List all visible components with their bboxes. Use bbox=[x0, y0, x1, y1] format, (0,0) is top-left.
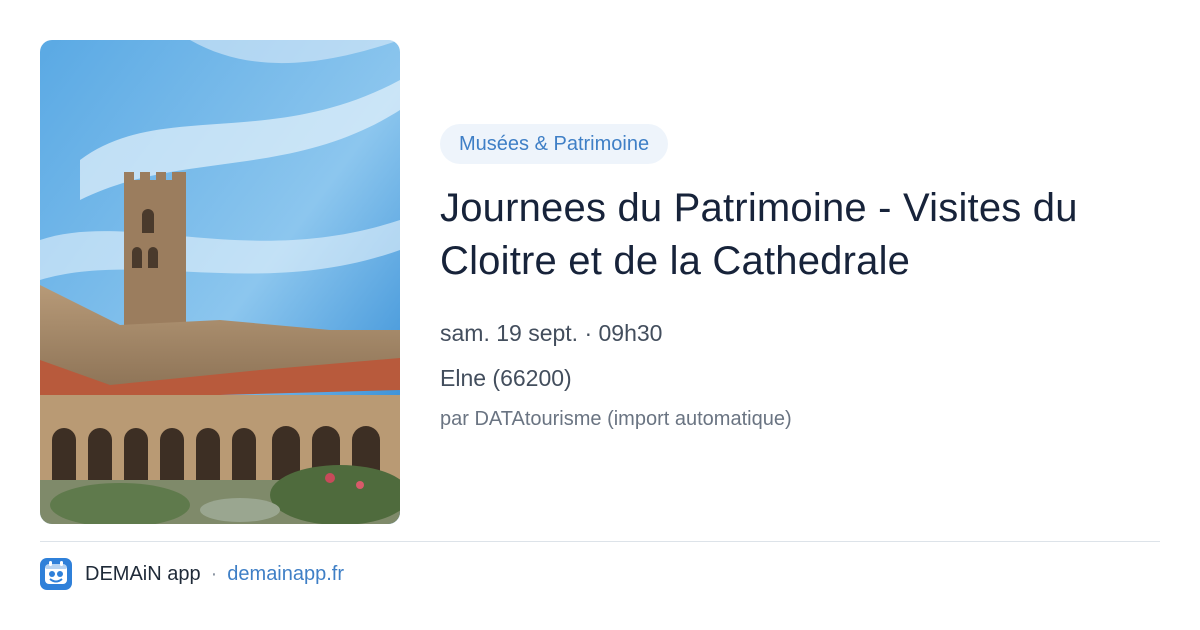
demain-app-icon[interactable] bbox=[40, 558, 72, 590]
app-name: DEMAiN app bbox=[85, 562, 201, 585]
event-details: Musées & Patrimoine Journees du Patrimoi… bbox=[440, 124, 1170, 433]
event-title[interactable]: Journees du Patrimoine - Visites du Cloi… bbox=[440, 182, 1170, 288]
footer-divider bbox=[40, 541, 1160, 542]
event-location: Elne (66200) bbox=[440, 365, 572, 391]
footer-separator: · bbox=[210, 562, 218, 585]
category-badge[interactable]: Musées & Patrimoine bbox=[440, 124, 669, 164]
event-image[interactable] bbox=[40, 40, 400, 524]
event-date-time: sam. 19 sept. · 09h30 bbox=[440, 320, 663, 346]
event-source: par DATAtourisme (import automatique) bbox=[440, 408, 792, 430]
cloister-photo bbox=[40, 40, 400, 524]
footer: DEMAiN app · demainapp.fr bbox=[40, 558, 344, 590]
app-website-link[interactable]: demainapp.fr bbox=[227, 563, 344, 586]
